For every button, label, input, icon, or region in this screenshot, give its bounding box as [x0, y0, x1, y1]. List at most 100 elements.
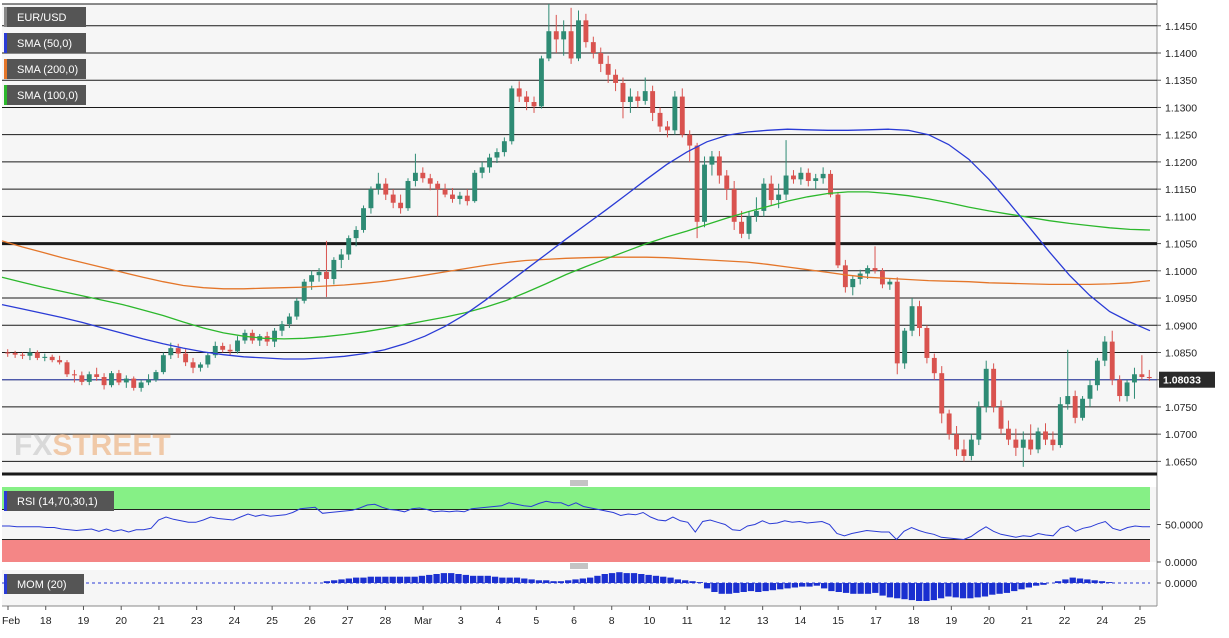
mom-bar — [382, 576, 389, 583]
indicator-label-text: SMA (50,0) — [17, 38, 72, 50]
candle-body — [1132, 374, 1137, 383]
candle-body — [235, 340, 240, 352]
candle-body — [86, 374, 92, 382]
mom-bar — [1018, 583, 1025, 590]
candle-body — [131, 378, 137, 388]
y-tick-label: 1.1400 — [1165, 48, 1197, 60]
x-tick-label: 25 — [1134, 615, 1146, 627]
y-tick-label: 1.0850 — [1165, 347, 1197, 359]
mom-bar — [820, 583, 828, 589]
candle-body — [197, 364, 203, 368]
mom-bar — [894, 583, 901, 599]
candle-body — [546, 31, 552, 59]
candle-body — [1124, 382, 1130, 397]
candle-body — [531, 102, 537, 107]
candle-body — [1139, 374, 1145, 377]
candle-body — [1043, 431, 1048, 440]
candle-body — [590, 42, 596, 54]
x-tick-label: 19 — [78, 615, 90, 627]
mom-bar — [565, 580, 572, 583]
candle-body — [64, 362, 70, 375]
candle-body — [153, 372, 159, 380]
mom-bar — [601, 574, 608, 583]
candle-body — [1080, 398, 1086, 418]
indicator-label-text: SMA (200,0) — [17, 64, 78, 76]
candle-body — [79, 375, 85, 382]
rsi-label-swatch — [4, 491, 7, 511]
candle-body — [109, 373, 114, 386]
mom-bar — [513, 577, 521, 583]
mom-bar — [608, 573, 616, 583]
mom-bar — [696, 582, 703, 583]
candle-body — [286, 316, 292, 325]
candle-body — [850, 278, 856, 288]
candle-body — [383, 183, 389, 195]
candle-body — [598, 53, 604, 64]
candle-body — [694, 145, 700, 222]
mom-bar — [842, 583, 850, 593]
mom-bar — [989, 583, 996, 595]
mom-bar — [389, 576, 396, 583]
candle-body — [390, 194, 396, 203]
candle-body — [968, 439, 974, 456]
candle-body — [1087, 385, 1093, 399]
candle-body — [894, 281, 900, 364]
candle-body — [828, 173, 833, 195]
candle-body — [642, 91, 648, 101]
candle-body — [138, 382, 144, 388]
mom-bar — [645, 574, 652, 583]
candle-body — [49, 356, 55, 361]
x-tick-label: 10 — [644, 615, 656, 627]
candle-body — [753, 210, 759, 217]
x-tick-label: 18 — [908, 615, 920, 627]
x-tick-label: 11 — [682, 615, 693, 627]
mom-bar — [652, 575, 660, 583]
candle-body — [954, 434, 960, 450]
candle-body — [5, 352, 11, 354]
mom-bar — [952, 583, 959, 598]
candle-body — [635, 96, 641, 101]
mom-bar — [440, 573, 448, 583]
candle-body — [902, 330, 908, 364]
mom-bar — [1011, 583, 1018, 592]
y-tick-label: 1.1100 — [1165, 211, 1196, 223]
y-tick-label: 1.1150 — [1165, 184, 1196, 196]
x-tick-label: Feb — [2, 615, 20, 627]
mom-bar — [777, 583, 784, 590]
mom-bar — [813, 583, 820, 586]
mom-bar — [616, 572, 623, 583]
candle-body — [657, 112, 663, 127]
candle-body — [450, 194, 455, 199]
mom-bar — [711, 583, 718, 592]
mom-bar — [411, 576, 418, 583]
candle-body — [650, 91, 656, 113]
mom-bar — [338, 579, 345, 583]
candle-body — [168, 348, 174, 356]
mom-bar — [469, 575, 477, 583]
candle-body — [672, 96, 678, 131]
candle-body — [872, 268, 878, 271]
candle-body — [924, 327, 930, 358]
candle-body — [487, 157, 492, 168]
candle-body — [160, 355, 166, 373]
mom-bar — [455, 574, 462, 583]
mom-bar — [901, 583, 908, 600]
candle-body — [627, 96, 633, 103]
rsi-label: RSI (14,70,30,1) — [17, 496, 98, 508]
mom-bar — [396, 576, 404, 583]
candle-body — [227, 349, 233, 352]
mom-bar — [374, 576, 382, 583]
mom-bar — [755, 583, 762, 592]
candle-body — [183, 353, 189, 363]
candle-body — [42, 356, 48, 358]
candle-body — [724, 175, 730, 190]
x-tick-label: 28 — [379, 615, 391, 627]
candle-body — [420, 172, 426, 179]
fxstreet-watermark: FXSTREET — [14, 429, 171, 462]
candle-body — [820, 173, 826, 179]
mom-bar — [521, 578, 528, 583]
candle-body — [568, 31, 574, 59]
mom-bar — [974, 583, 981, 598]
candle-body — [27, 352, 33, 356]
mom-bar — [674, 579, 682, 583]
